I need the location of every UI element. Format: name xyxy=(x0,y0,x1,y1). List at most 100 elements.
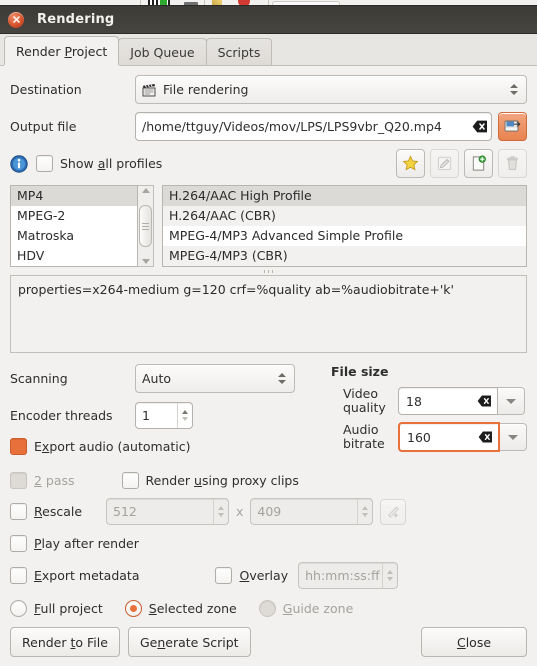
scanning-row: Scanning Auto xyxy=(10,364,325,393)
pencil-icon xyxy=(430,149,459,178)
encoder-threads-spinner[interactable]: 1 xyxy=(135,402,193,429)
video-quality-label: Video quality xyxy=(343,386,386,415)
list-item[interactable]: MPEG-4/MP3 (CBR) xyxy=(163,246,526,266)
generate-script-button[interactable]: Generate Script xyxy=(127,627,251,657)
rescale-link-icon xyxy=(380,498,407,525)
video-quality-control[interactable]: 18 xyxy=(398,387,525,415)
open-folder-icon[interactable] xyxy=(498,112,527,141)
scrollbar-thumb[interactable] xyxy=(139,205,152,247)
export-metadata-label: Export metadata xyxy=(34,568,140,583)
clear-entry-icon[interactable] xyxy=(476,393,493,410)
window-title: Rendering xyxy=(37,12,115,27)
profile-properties-text: properties=x264-medium g=120 crf=%qualit… xyxy=(18,282,454,297)
rescale-checkbox[interactable] xyxy=(10,503,27,520)
list-item[interactable]: MPEG-2 xyxy=(11,206,137,226)
scanning-spinner-icon[interactable] xyxy=(276,373,290,384)
video-quality-row: Video quality 18 xyxy=(331,387,527,415)
close-button[interactable]: Close xyxy=(421,627,527,657)
play-after-render-label: Play after render xyxy=(34,536,139,551)
proxy-clips-label: Render using proxy clips xyxy=(145,473,299,488)
chevron-down-icon xyxy=(506,398,516,404)
audio-bitrate-dropdown-button[interactable] xyxy=(500,423,527,451)
show-all-profiles-checkbox[interactable] xyxy=(36,155,53,172)
scroll-down-arrow-icon[interactable] xyxy=(141,259,150,264)
destination-row: Destination File rendering xyxy=(10,75,527,104)
play-after-render-row[interactable]: Play after render xyxy=(10,535,527,552)
list-item[interactable]: MP4 xyxy=(11,186,137,206)
rescale-row: Rescale 512 x 409 xyxy=(10,498,527,525)
audio-bitrate-input[interactable]: 160 xyxy=(398,422,500,452)
proxy-clips-checkbox[interactable] xyxy=(121,472,139,489)
pass-proxy-row: 2 pass Render using proxy clips xyxy=(10,472,527,489)
profile-list[interactable]: H.264/AAC High Profile H.264/AAC (CBR) M… xyxy=(162,185,527,267)
tab-job-queue[interactable]: Job Queue xyxy=(118,38,207,65)
info-icon[interactable] xyxy=(10,154,28,173)
export-audio-row[interactable]: Export audio (automatic) xyxy=(10,438,325,455)
scanning-label: Scanning xyxy=(10,371,68,386)
tab-job-queue-label: Job Queue xyxy=(130,44,195,60)
full-project-label: Full project xyxy=(34,601,103,616)
window-titlebar: Rendering xyxy=(0,6,537,34)
list-item[interactable]: Matroska xyxy=(11,226,137,246)
output-file-input[interactable]: /home/ttguy/Videos/mov/LPS/LPS9vbr_Q20.m… xyxy=(135,112,492,141)
star-icon[interactable] xyxy=(396,149,425,178)
dialog-action-bar: Render to File Generate Script Close xyxy=(10,627,527,657)
format-list[interactable]: MP4 MPEG-2 Matroska HDV xyxy=(10,185,138,267)
rescale-height-spinner: 409 xyxy=(250,498,374,525)
export-audio-label: Export audio (automatic) xyxy=(34,439,191,454)
tab-render-project-label: Render Project xyxy=(16,43,108,59)
profile-properties-box[interactable]: properties=x264-medium g=120 crf=%qualit… xyxy=(10,275,527,353)
selected-zone-label: Selected zone xyxy=(148,601,237,616)
file-size-title: File size xyxy=(331,364,389,379)
file-size-group: File size Video quality 18 Audio bitrate… xyxy=(325,364,527,452)
clear-entry-icon[interactable] xyxy=(471,118,488,135)
two-pass-checkbox xyxy=(10,472,27,489)
destination-label: Destination xyxy=(10,82,82,97)
scanning-combo[interactable]: Auto xyxy=(135,364,295,393)
export-metadata-checkbox[interactable] xyxy=(10,567,27,584)
output-file-row: Output file /home/ttguy/Videos/mov/LPS/L… xyxy=(10,112,527,141)
overlay-timecode-stepper-icon xyxy=(382,563,397,588)
two-pass-label: 2 pass xyxy=(34,473,75,488)
render-to-file-label: Render to File xyxy=(22,634,108,650)
list-item[interactable]: MPEG-4/MP3 Advanced Simple Profile xyxy=(163,226,526,246)
guide-zone-label: Guide zone xyxy=(282,601,354,616)
overlay-timecode-placeholder: hh:mm:ss:ff xyxy=(305,568,380,583)
format-list-scrollbar[interactable] xyxy=(138,185,154,267)
tab-render-project[interactable]: Render Project xyxy=(4,36,120,65)
close-button-label: Close xyxy=(456,634,492,650)
render-zone-row: Full project Selected zone Guide zone xyxy=(10,600,527,617)
panel-splitter-handle[interactable] xyxy=(10,267,527,275)
encoder-threads-stepper-icon[interactable] xyxy=(177,403,192,428)
list-item[interactable]: H.264/AAC High Profile xyxy=(163,186,526,206)
encoder-threads-value: 1 xyxy=(142,408,150,423)
destination-spinner-icon[interactable] xyxy=(508,84,522,95)
audio-bitrate-control[interactable]: 160 xyxy=(398,422,527,452)
chevron-down-icon xyxy=(508,434,518,440)
full-project-radio[interactable] xyxy=(10,600,27,617)
list-item[interactable]: H.264/AAC (CBR) xyxy=(163,206,526,226)
audio-bitrate-label: Audio bitrate xyxy=(343,422,385,451)
show-all-profiles-label: Show all profiles xyxy=(60,156,163,171)
tab-scripts[interactable]: Scripts xyxy=(205,38,273,65)
destination-combo[interactable]: File rendering xyxy=(135,75,527,104)
clear-entry-icon[interactable] xyxy=(477,429,494,446)
video-quality-dropdown-button[interactable] xyxy=(498,387,525,415)
overlay-checkbox[interactable] xyxy=(215,567,233,584)
render-to-file-button[interactable]: Render to File xyxy=(10,627,120,657)
new-document-plus-icon[interactable] xyxy=(464,149,493,178)
scanning-value: Auto xyxy=(142,371,172,386)
scroll-up-arrow-icon[interactable] xyxy=(141,188,150,193)
profile-selection-area: MP4 MPEG-2 Matroska HDV H.264/AAC High P… xyxy=(10,185,527,267)
rescale-width-stepper-icon xyxy=(213,499,228,524)
list-item[interactable]: HDV xyxy=(11,246,137,266)
rescale-separator: x xyxy=(236,504,244,519)
export-audio-checkbox[interactable] xyxy=(10,438,27,455)
encoder-threads-row: Encoder threads 1 xyxy=(10,402,325,429)
play-after-render-checkbox[interactable] xyxy=(10,535,27,552)
close-icon[interactable] xyxy=(8,11,24,28)
trash-icon xyxy=(498,149,527,178)
audio-bitrate-value: 160 xyxy=(407,429,431,445)
selected-zone-radio[interactable] xyxy=(124,600,142,617)
video-quality-input[interactable]: 18 xyxy=(398,387,498,415)
